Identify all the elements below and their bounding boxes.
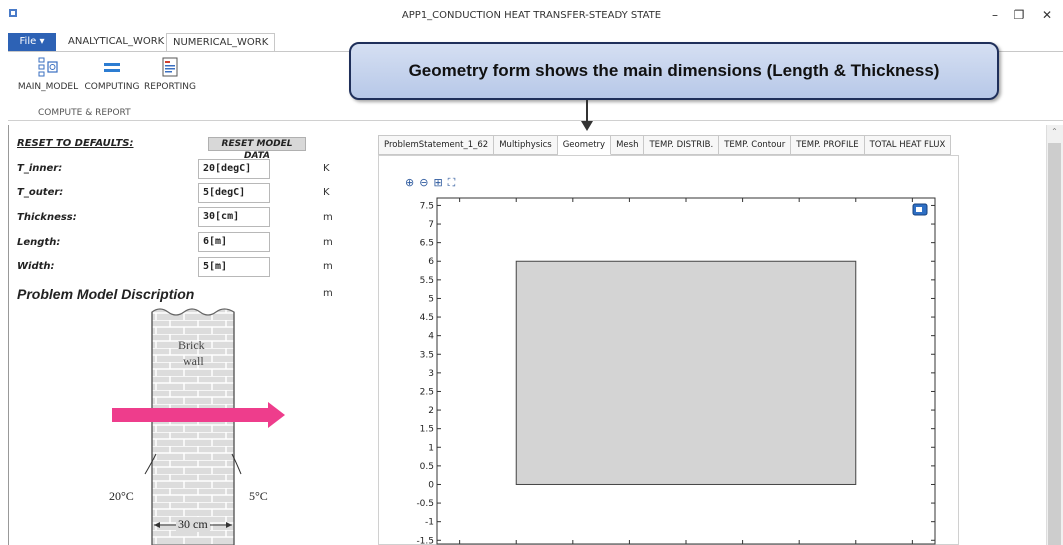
width-unit: m bbox=[323, 261, 333, 272]
tab-total-heat-flux[interactable]: TOTAL HEAT FLUX bbox=[864, 135, 952, 155]
y-tick-label: -1.5 bbox=[416, 536, 434, 545]
temp-right-label: 5°C bbox=[249, 489, 268, 503]
tab-numerical-work[interactable]: NUMERICAL_WORK bbox=[166, 33, 276, 51]
y-tick-label: 4 bbox=[428, 332, 434, 342]
t-outer-field[interactable]: 5[degC] bbox=[198, 183, 270, 203]
reporting-button[interactable]: REPORTING bbox=[141, 56, 199, 92]
t-inner-field[interactable]: 20[degC] bbox=[198, 159, 270, 179]
y-tick-label: 0 bbox=[428, 480, 434, 490]
zoom-out-icon[interactable]: ⊖ bbox=[419, 176, 428, 190]
y-tick-label: 4.5 bbox=[420, 313, 434, 323]
reset-to-defaults-link[interactable]: RESET TO DEFAULTS: bbox=[17, 138, 134, 149]
title-bar: APP1_CONDUCTION HEAT TRANSFER-STEADY STA… bbox=[0, 0, 1063, 34]
width-field[interactable]: 5[m] bbox=[198, 257, 270, 277]
close-button[interactable]: ✕ bbox=[1037, 6, 1057, 24]
ribbon-group-label: COMPUTE & REPORT bbox=[38, 108, 131, 118]
tab-temp-distrib[interactable]: TEMP. DISTRIB. bbox=[644, 135, 720, 155]
y-tick-label: 1.5 bbox=[420, 425, 434, 435]
t-outer-label: T_outer: bbox=[17, 187, 64, 198]
zoom-extents-icon[interactable]: ⛶ bbox=[448, 176, 456, 190]
thickness-label: Thickness: bbox=[17, 212, 77, 223]
view-settings-icon-inner bbox=[916, 207, 922, 212]
thickness-dim-label: 30 cm bbox=[176, 517, 210, 532]
length-unit: m bbox=[323, 237, 333, 248]
results-tabbar: ProblemStatement_1_62 Multiphysics Geome… bbox=[378, 135, 952, 155]
y-tick-label: 7 bbox=[428, 220, 434, 230]
geometry-rectangle bbox=[515, 260, 857, 485]
tab-geometry[interactable]: Geometry bbox=[557, 135, 612, 155]
equals-icon bbox=[104, 63, 120, 72]
geometry-plot[interactable]: 7.5 7 6.5 6 5.5 5 4.5 4 3.5 3 2.5 2 1.5 1 0.5 0 -0.5 -1 -1… bbox=[385, 192, 945, 545]
tab-temp-contour[interactable]: TEMP. Contour bbox=[719, 135, 792, 155]
y-tick-label: -0.5 bbox=[416, 499, 434, 509]
y-tick-label: -1 bbox=[425, 518, 434, 528]
length-field[interactable]: 6[m] bbox=[198, 232, 270, 252]
reset-model-data-button[interactable]: RESET MODEL DATA bbox=[208, 137, 306, 161]
minimize-button[interactable]: – bbox=[985, 6, 1005, 24]
main-model-label: MAIN_MODEL bbox=[17, 82, 79, 92]
temp-left-label: 20°C bbox=[109, 489, 134, 503]
y-tick-label: 5 bbox=[428, 294, 434, 304]
y-tick-label: 1 bbox=[428, 443, 434, 453]
y-tick-label: 5.5 bbox=[420, 276, 434, 286]
scroll-up-icon[interactable]: ⌃ bbox=[1048, 127, 1061, 139]
computing-label: COMPUTING bbox=[84, 82, 140, 92]
tab-analytical-work[interactable]: ANALYTICAL_WORK bbox=[62, 33, 170, 51]
scrollbar-thumb[interactable] bbox=[1048, 143, 1061, 545]
wall-label-wall: wall bbox=[183, 354, 204, 368]
file-menu-button[interactable]: File ▾ bbox=[8, 33, 56, 51]
t-inner-label: T_inner: bbox=[17, 163, 63, 174]
y-tick-label: 2 bbox=[428, 406, 434, 416]
tab-multiphysics[interactable]: Multiphysics bbox=[494, 135, 558, 155]
window-title: APP1_CONDUCTION HEAT TRANSFER-STEADY STA… bbox=[401, 10, 662, 21]
section-unit: m bbox=[323, 288, 333, 299]
y-tick-label: 3 bbox=[428, 369, 434, 379]
tab-temp-profile[interactable]: TEMP. PROFILE bbox=[791, 135, 865, 155]
computing-button[interactable]: COMPUTING bbox=[84, 56, 140, 92]
width-label: Width: bbox=[17, 261, 55, 272]
y-tick-label: 2.5 bbox=[420, 387, 434, 397]
y-tick-label: 6.5 bbox=[420, 239, 434, 249]
tab-problem-statement[interactable]: ProblemStatement_1_62 bbox=[378, 135, 495, 155]
maximize-button[interactable]: ❐ bbox=[1009, 6, 1029, 24]
zoom-box-icon[interactable]: ⊞ bbox=[433, 176, 442, 190]
reporting-label: REPORTING bbox=[144, 82, 196, 92]
section-title: Problem Model Discription bbox=[17, 286, 195, 302]
thickness-field[interactable]: 30[cm] bbox=[198, 207, 270, 227]
callout-arrow-icon bbox=[581, 121, 593, 131]
y-tick-label: 7.5 bbox=[420, 201, 434, 211]
t-inner-unit: K bbox=[323, 163, 330, 174]
wall-label-brick: Brick bbox=[178, 338, 205, 352]
y-tick-label: 0.5 bbox=[420, 462, 434, 472]
zoom-in-icon[interactable]: ⊕ bbox=[405, 176, 414, 190]
model-tree-icon bbox=[38, 57, 58, 77]
report-icon bbox=[162, 57, 178, 77]
zoom-toolbar: ⊕ ⊖ ⊞ ⛶ bbox=[405, 176, 455, 190]
thickness-unit: m bbox=[323, 212, 333, 223]
annotation-callout: Geometry form shows the main dimensions … bbox=[349, 42, 999, 100]
tab-mesh[interactable]: Mesh bbox=[611, 135, 645, 155]
y-tick-label: 6 bbox=[428, 257, 434, 267]
callout-pointer-line bbox=[586, 100, 588, 122]
main-model-button[interactable]: MAIN_MODEL bbox=[10, 56, 86, 92]
y-tick-label: 3.5 bbox=[420, 350, 434, 360]
length-label: Length: bbox=[17, 237, 61, 248]
t-outer-unit: K bbox=[323, 187, 330, 198]
